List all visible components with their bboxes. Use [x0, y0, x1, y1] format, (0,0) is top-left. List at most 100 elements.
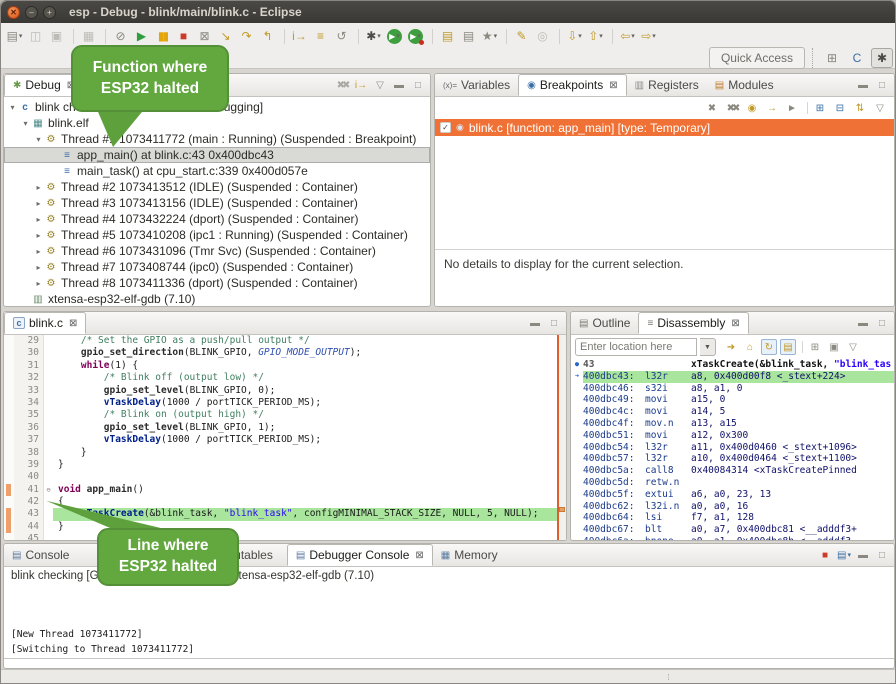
- view-menu-icon[interactable]: ▽: [372, 77, 388, 93]
- search-icon[interactable]: ◎: [533, 27, 552, 46]
- debug-tree-row[interactable]: ▸ ⚙ Thread #6 1073431096 (Tmr Svc) (Susp…: [4, 243, 430, 259]
- select-pointer-icon[interactable]: ►: [784, 100, 800, 116]
- editor-gutter[interactable]: [4, 434, 14, 446]
- tab-variables[interactable]: (x)= Variables: [435, 74, 518, 96]
- editor-gutter[interactable]: [4, 447, 14, 459]
- format-source-icon[interactable]: ✎: [512, 27, 531, 46]
- disassembly-row[interactable]: 400dbc4f: mov.n a13, a15: [571, 418, 894, 430]
- disassembly-row[interactable]: 400dbc51: movi a12, 0x300: [571, 430, 894, 442]
- console-tab[interactable]: ▤ Debugger Console ⊠: [287, 544, 433, 566]
- external-tools-icon[interactable]: ▶: [408, 29, 423, 44]
- cpp-perspective-button[interactable]: C: [846, 48, 868, 68]
- launch-target-icon[interactable]: ★: [480, 27, 499, 46]
- instruction-stepping-icon[interactable]: i→: [290, 27, 309, 46]
- disassembly-row[interactable]: 400dbc49: movi a15, 0: [571, 394, 894, 406]
- disconnect-icon[interactable]: ⊠: [195, 27, 214, 46]
- expand-twist-icon[interactable]: ▸: [33, 215, 44, 224]
- expand-all-icon[interactable]: ⊞: [812, 100, 828, 116]
- editor-gutter[interactable]: [4, 335, 14, 347]
- editor-gutter[interactable]: [4, 471, 14, 483]
- collapse-all-icon[interactable]: ⊟: [832, 100, 848, 116]
- code-line-33[interactable]: 33 gpio_set_level(BLINK_GPIO, 0);: [4, 385, 566, 397]
- maximize-window-button[interactable]: +: [43, 6, 56, 19]
- suspend-icon[interactable]: ▮▮: [153, 27, 172, 46]
- close-window-button[interactable]: ✕: [7, 6, 20, 19]
- editor-gutter[interactable]: [4, 397, 14, 409]
- step-over-icon[interactable]: ↷: [237, 27, 256, 46]
- overview-ruler[interactable]: [557, 335, 566, 540]
- expand-twist-icon[interactable]: ▸: [33, 199, 44, 208]
- debug-config-icon[interactable]: ✱: [364, 27, 383, 46]
- close-tab-icon[interactable]: ⊠: [731, 318, 739, 329]
- save-icon[interactable]: ◫: [26, 27, 45, 46]
- tab-modules[interactable]: ▤ Modules: [707, 74, 782, 96]
- goto-breakpoint-file-icon[interactable]: →: [764, 100, 780, 116]
- disassembly-row[interactable]: 400dbc67: blt a0, a7, 0x400dbc81 <__addd…: [571, 524, 894, 536]
- editor-gutter[interactable]: [4, 496, 14, 508]
- code-line-38[interactable]: 38 }: [4, 447, 566, 459]
- tab-disassembly[interactable]: ≡ Disassembly ⊠: [638, 312, 748, 334]
- close-tab-icon[interactable]: ⊠: [415, 550, 423, 561]
- close-tab-icon[interactable]: ⊠: [69, 318, 77, 329]
- current-instruction-pointer-icon[interactable]: ➜: [4, 508, 14, 520]
- disassembly-row[interactable]: 400dbc4c: movi a14, 5: [571, 406, 894, 418]
- terminate-icon[interactable]: ■: [817, 547, 833, 563]
- forward-icon[interactable]: ⇨: [639, 27, 658, 46]
- link-with-debug-icon[interactable]: ⇅: [852, 100, 868, 116]
- code-line-30[interactable]: 30 gpio_set_direction(BLINK_GPIO, GPIO_M…: [4, 347, 566, 359]
- disassembly-row[interactable]: 400dbc5d: retw.n: [571, 477, 894, 489]
- editor-gutter[interactable]: [4, 372, 14, 384]
- editor-gutter[interactable]: [4, 409, 14, 421]
- expand-twist-icon[interactable]: ▸: [33, 183, 44, 192]
- back-icon[interactable]: ⇦: [618, 27, 637, 46]
- disassembly-row[interactable]: 400dbc5a: call8 0x40084314 <xTaskCreateP…: [571, 465, 894, 477]
- code-line-37[interactable]: 37 vTaskDelay(1000 / portTICK_PERIOD_MS)…: [4, 434, 566, 446]
- editor-gutter[interactable]: [4, 422, 14, 434]
- expand-twist-icon[interactable]: ▾: [20, 119, 31, 128]
- editor-gutter[interactable]: [4, 484, 14, 496]
- code-line-36[interactable]: 36 gpio_set_level(BLINK_GPIO, 1);: [4, 422, 566, 434]
- remove-all-terminated-icon[interactable]: ✖✖: [334, 77, 350, 93]
- tab-outline[interactable]: ▤ Outline: [571, 312, 638, 334]
- code-line-32[interactable]: 32 /* Blink off (output low) */: [4, 372, 566, 384]
- disassembly-row[interactable]: 400dbc6a: bnone a0, a1, 0x400dbc8b <__ad…: [571, 536, 894, 540]
- disassembly-row[interactable]: 400dbc46: s32i a8, a1, 0: [571, 383, 894, 395]
- display-selected-console-icon[interactable]: ▤: [836, 547, 852, 563]
- drop-to-frame-icon[interactable]: ↺: [332, 27, 351, 46]
- skip-all-breakpoints-icon[interactable]: ⊘: [111, 27, 130, 46]
- debug-tree-row[interactable]: ▸ ⚙ Thread #5 1073410208 (ipc1 : Running…: [4, 227, 430, 243]
- code-line-31[interactable]: 31 while(1) {: [4, 360, 566, 372]
- code-line-45[interactable]: 45: [4, 533, 566, 540]
- minimize-icon[interactable]: ▬: [855, 547, 871, 563]
- location-input[interactable]: Enter location here: [575, 338, 697, 356]
- breakpoint-checkbox[interactable]: ✓: [440, 122, 451, 133]
- console-tab[interactable]: ▦ Memory: [433, 544, 512, 566]
- tab-blink-c[interactable]: c blink.c ⊠: [4, 312, 86, 334]
- run-config-icon[interactable]: ▶: [387, 29, 402, 44]
- expand-twist-icon[interactable]: ▸: [33, 247, 44, 256]
- code-line-34[interactable]: 34 vTaskDelay(1000 / portTICK_PERIOD_MS)…: [4, 397, 566, 409]
- statusbar-grip[interactable]: ⁞: [667, 673, 670, 682]
- breakpoint-row[interactable]: ✓ ◉ blink.c [function: app_main] [type: …: [435, 119, 894, 136]
- debug-tree-row[interactable]: ▾ ▦ blink.elf: [4, 115, 430, 131]
- overview-ruler-marker[interactable]: [559, 507, 565, 512]
- editor-gutter[interactable]: [4, 385, 14, 397]
- step-return-icon[interactable]: ↰: [258, 27, 277, 46]
- disassembly-listing[interactable]: ● 43 xTaskCreate(&blink_task, "blink_tas…: [571, 359, 894, 540]
- remove-all-breakpoints-icon[interactable]: ✖✖: [724, 100, 740, 116]
- minimize-icon[interactable]: ▬: [855, 77, 871, 93]
- show-breakpoints-for-icon[interactable]: ◉: [744, 100, 760, 116]
- expand-twist-icon[interactable]: ▾: [7, 103, 18, 112]
- tab-registers[interactable]: ▥ Registers: [627, 74, 707, 96]
- open-new-view-icon[interactable]: ⊞: [807, 339, 823, 355]
- code-line-40[interactable]: 40: [4, 471, 566, 483]
- save-all-icon[interactable]: ▣: [47, 27, 66, 46]
- minimize-window-button[interactable]: –: [25, 6, 38, 19]
- debug-tree-row[interactable]: ▸ ⚙ Thread #2 1073413512 (IDLE) (Suspend…: [4, 179, 430, 195]
- goto-pc-icon[interactable]: ➜: [723, 339, 739, 355]
- resume-icon[interactable]: ▶: [132, 27, 151, 46]
- editor-code[interactable]: 29 /* Set the GPIO as a push/pull output…: [4, 335, 566, 540]
- code-line-35[interactable]: 35 /* Blink on (output high) */: [4, 409, 566, 421]
- code-line-42[interactable]: 42{: [4, 496, 566, 508]
- disassembly-row[interactable]: ● 43 xTaskCreate(&blink_task, "blink_tas: [571, 359, 894, 371]
